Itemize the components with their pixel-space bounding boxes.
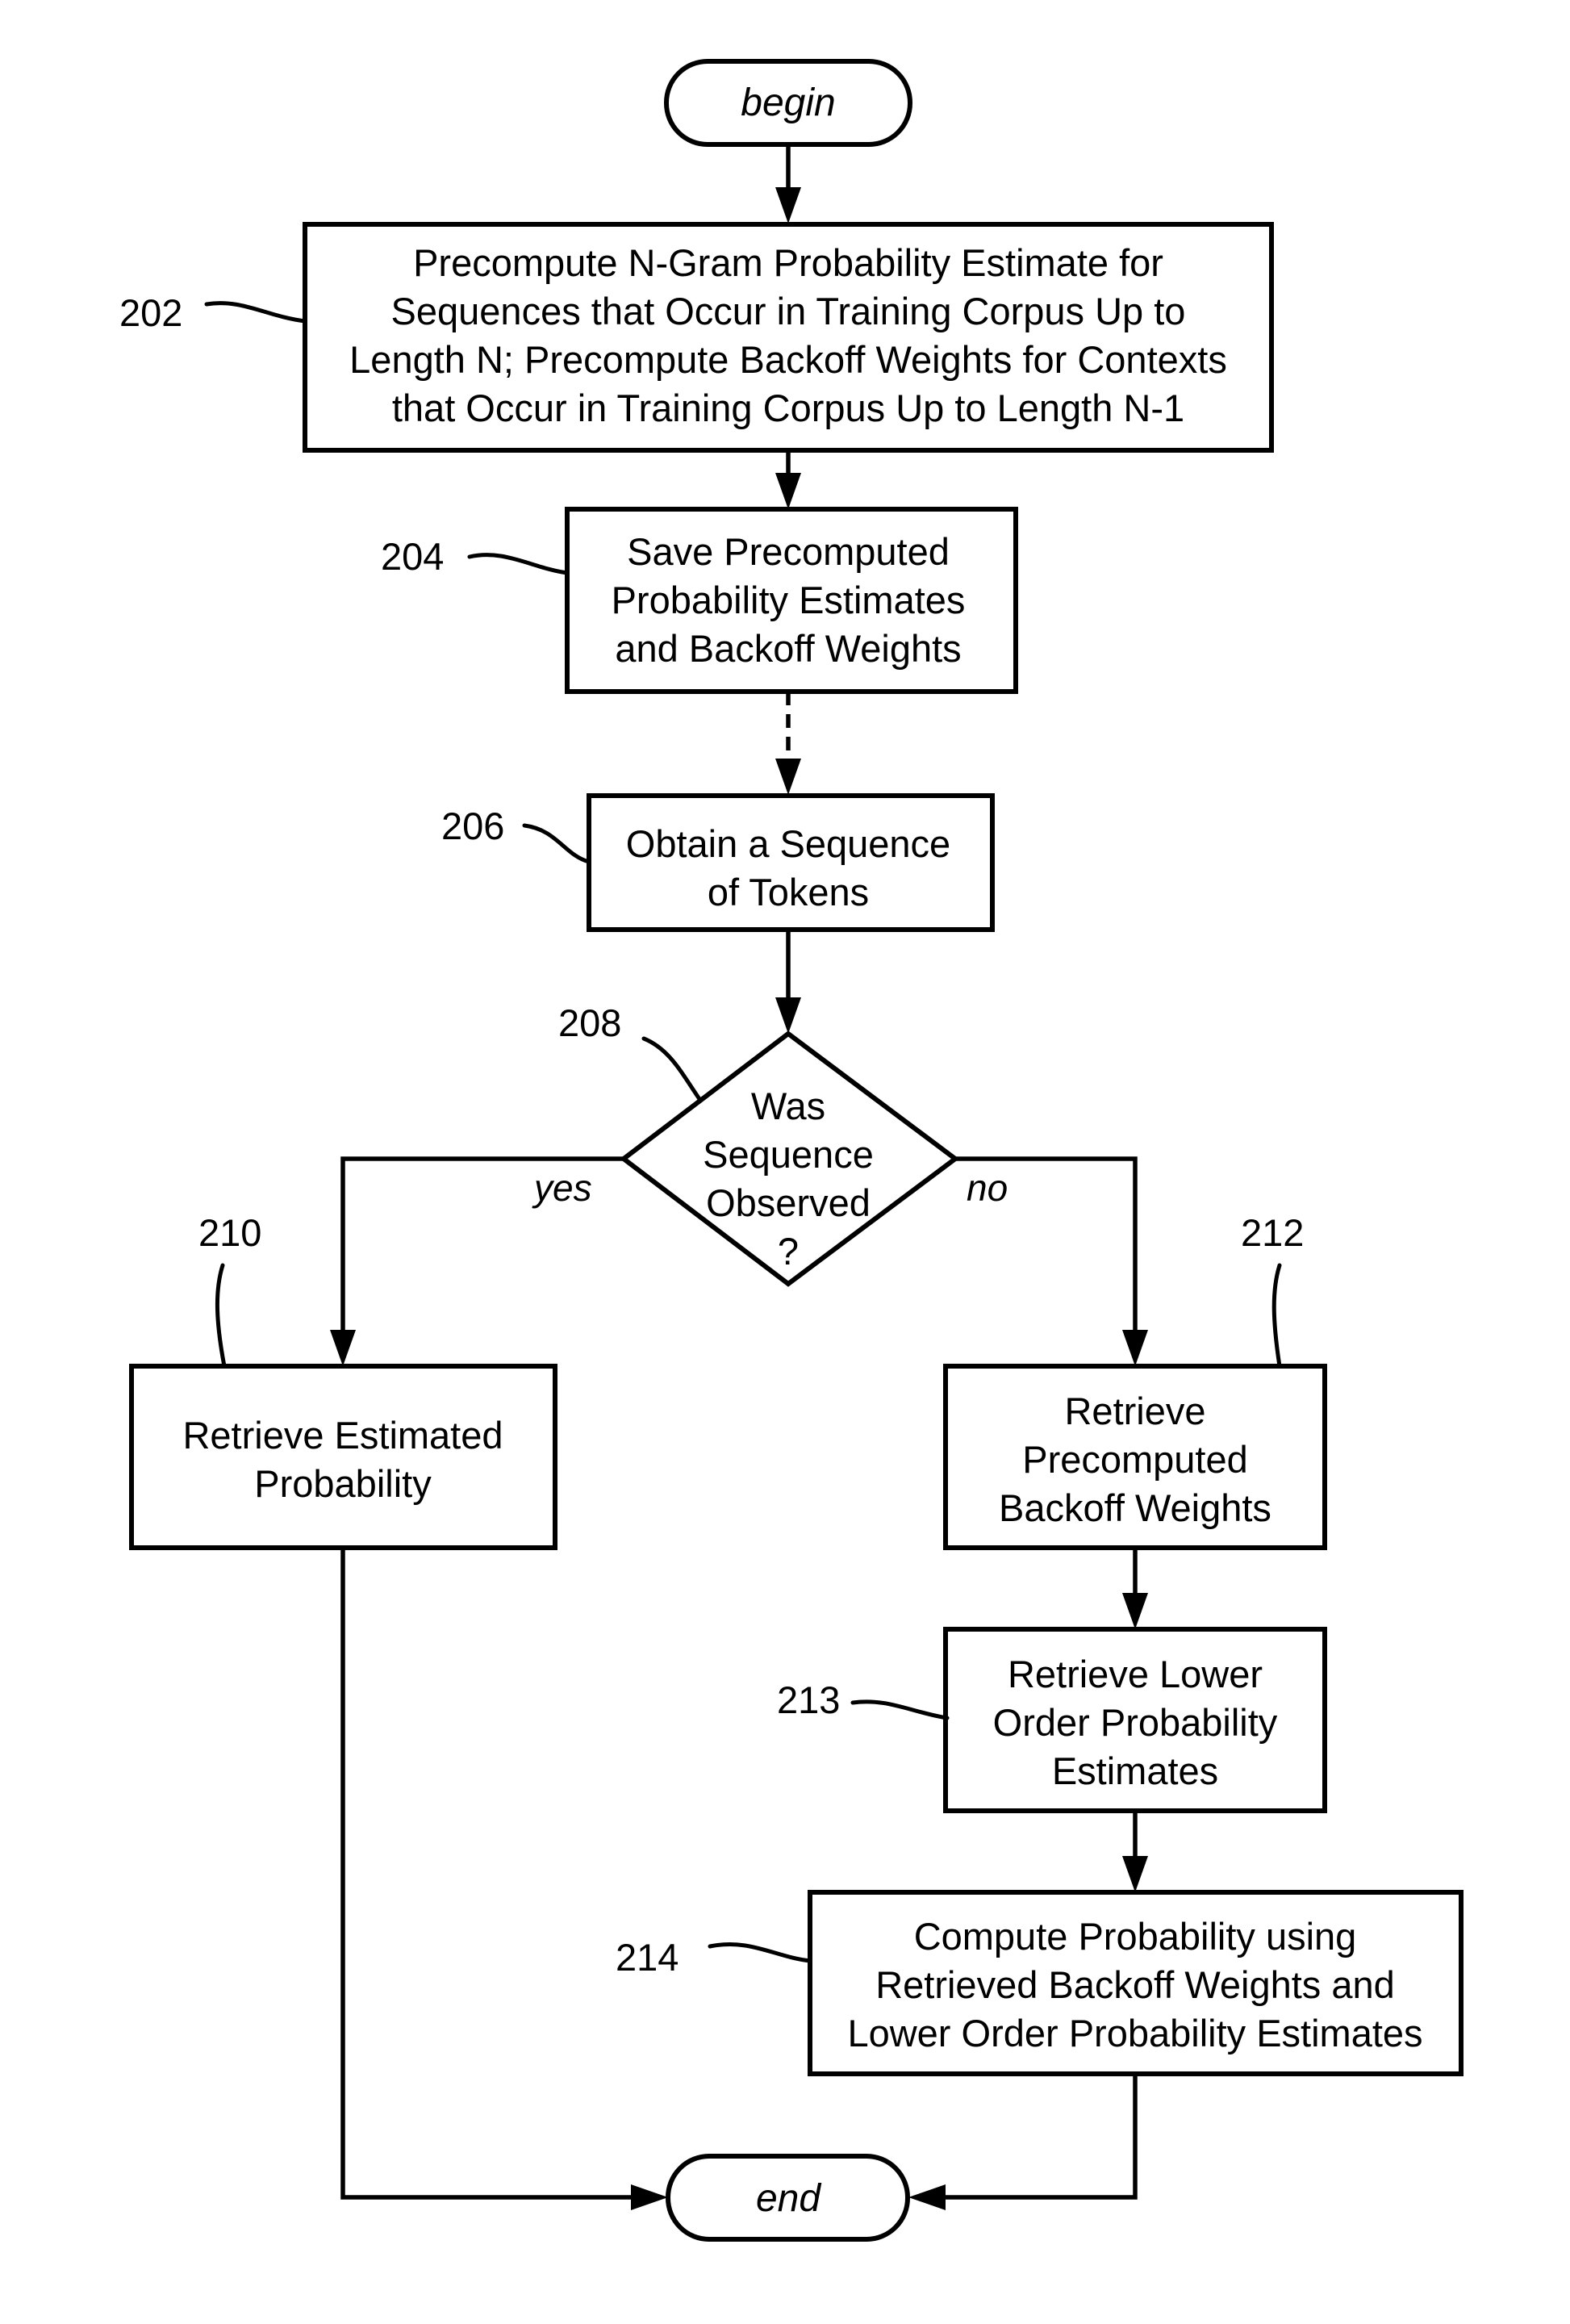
ref-label-210: 210 xyxy=(198,1211,261,1254)
end-label: end xyxy=(756,2177,821,2220)
step-202-line-2: Sequences that Occur in Training Corpus … xyxy=(391,290,1186,332)
step-202-line-3: Length N; Precompute Backoff Weights for… xyxy=(349,338,1227,381)
step-204-line-1: Save Precomputed xyxy=(627,530,950,573)
ref-label-214: 214 xyxy=(616,1936,679,1979)
leader-202 xyxy=(204,301,307,324)
leader-214 xyxy=(708,1942,812,1963)
step-213-line-2: Order Probability xyxy=(993,1701,1278,1744)
decision-208-line-1: Was xyxy=(751,1085,825,1127)
leader-213 xyxy=(850,1699,950,1720)
step-210-line-2: Probability xyxy=(254,1462,432,1505)
step-202-line-1: Precompute N-Gram Probability Estimate f… xyxy=(413,241,1163,284)
arrowhead-214 xyxy=(1122,1856,1148,1892)
step-214-line-2: Retrieved Backoff Weights and xyxy=(875,1963,1395,2006)
ref-label-208: 208 xyxy=(558,1001,621,1044)
arrowhead-208 xyxy=(775,997,801,1034)
arrowhead-202 xyxy=(775,187,801,224)
connector-210-to-end xyxy=(340,1548,634,2200)
arrowhead-206 xyxy=(775,759,801,795)
ref-label-204: 204 xyxy=(381,535,444,578)
step-213-line-1: Retrieve Lower xyxy=(1008,1653,1263,1695)
decision-208-line-4: ? xyxy=(778,1230,799,1273)
step-210-box: Retrieve Estimated Probability xyxy=(129,1364,557,1550)
step-214-line-1: Compute Probability using xyxy=(914,1915,1357,1958)
step-212-line-2: Precomputed xyxy=(1022,1438,1248,1481)
leader-208 xyxy=(641,1036,702,1101)
connector-214-to-end xyxy=(942,2074,1138,2200)
arrowhead-212 xyxy=(1122,1330,1148,1366)
decision-208-line-3: Observed xyxy=(706,1181,871,1224)
step-213-line-3: Estimates xyxy=(1052,1749,1218,1792)
branch-label-no: no xyxy=(967,1167,1008,1209)
leader-210 xyxy=(215,1263,227,1369)
arrowhead-end-right xyxy=(908,2184,946,2210)
ref-label-213: 213 xyxy=(777,1678,840,1721)
arrowhead-213 xyxy=(1122,1593,1148,1629)
step-212-box: Retrieve Precomputed Backoff Weights xyxy=(943,1364,1327,1550)
arrowhead-210 xyxy=(330,1330,356,1366)
begin-terminal: begin xyxy=(664,59,912,147)
step-204-box: Save Precomputed Probability Estimates a… xyxy=(565,507,1018,694)
step-206-line-2: of Tokens xyxy=(708,871,869,913)
leader-206 xyxy=(522,823,591,864)
leader-212 xyxy=(1271,1263,1282,1369)
arrowhead-204 xyxy=(775,473,801,509)
step-213-box: Retrieve Lower Order Probability Estimat… xyxy=(943,1627,1327,1813)
step-206-box: Obtain a Sequence of Tokens xyxy=(587,793,995,932)
ref-label-202: 202 xyxy=(119,291,182,334)
branch-label-yes: yes xyxy=(532,1167,592,1209)
leader-204 xyxy=(467,553,570,575)
step-212-line-3: Backoff Weights xyxy=(999,1486,1271,1529)
step-206-line-1: Obtain a Sequence xyxy=(626,822,950,865)
decision-208-line-2: Sequence xyxy=(703,1133,874,1176)
step-214-box: Compute Probability using Retrieved Back… xyxy=(808,1890,1464,2076)
end-terminal: end xyxy=(666,2154,910,2242)
decision-208-diamond: Was Sequence Observed ? xyxy=(620,1030,960,1287)
step-204-line-3: and Backoff Weights xyxy=(615,627,961,670)
begin-label: begin xyxy=(741,82,835,124)
ref-label-212: 212 xyxy=(1241,1211,1304,1254)
flowchart: begin Precompute N-Gram Probability Esti… xyxy=(119,59,1464,2242)
arrowhead-end-left xyxy=(631,2184,668,2210)
step-212-line-1: Retrieve xyxy=(1064,1390,1205,1432)
step-202-box: Precompute N-Gram Probability Estimate f… xyxy=(303,222,1274,453)
step-202-line-4: that Occur in Training Corpus Up to Leng… xyxy=(392,387,1184,429)
ref-label-206: 206 xyxy=(441,805,504,847)
step-214-line-3: Lower Order Probability Estimates xyxy=(847,2012,1422,2054)
step-204-line-2: Probability Estimates xyxy=(612,579,966,621)
step-210-line-1: Retrieve Estimated xyxy=(182,1414,503,1457)
